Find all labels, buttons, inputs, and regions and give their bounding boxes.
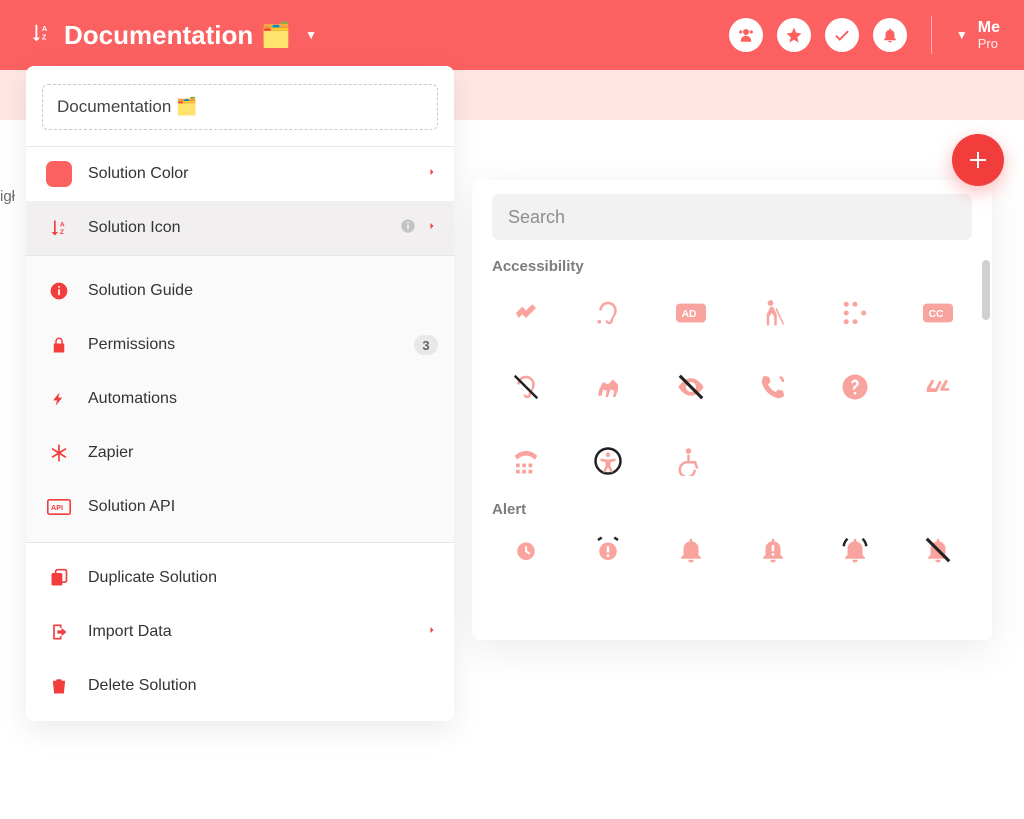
sort-az-icon: A Z: [30, 22, 52, 49]
hands-icon[interactable]: [904, 365, 972, 409]
blind-icon[interactable]: [739, 291, 807, 335]
page-emoji: 🗂️: [261, 21, 291, 50]
user-plan: Pro: [978, 37, 1000, 51]
topbar-divider: [931, 16, 932, 54]
bell-slash-icon[interactable]: [904, 528, 972, 572]
closed-captioning-icon[interactable]: CC: [904, 291, 972, 335]
page-title[interactable]: Documentation: [64, 20, 253, 51]
api-icon: API: [46, 498, 72, 516]
notifications-button[interactable]: [873, 18, 907, 52]
phone-tty-icon[interactable]: [739, 365, 807, 409]
user-name: Me: [978, 19, 1000, 37]
solution-color-label: Solution Color: [88, 165, 426, 183]
bell-ring-icon[interactable]: [821, 528, 889, 572]
color-swatch-icon: [46, 161, 72, 187]
bell-icon[interactable]: [657, 528, 725, 572]
svg-text:AD: AD: [681, 309, 696, 320]
sign-language-icon[interactable]: [492, 291, 560, 335]
copy-icon: [46, 568, 72, 588]
low-vision-icon[interactable]: [657, 365, 725, 409]
automations-label: Automations: [88, 390, 438, 408]
info-solid-icon: [46, 281, 72, 301]
import-data-label: Import Data: [88, 623, 426, 641]
tasks-button[interactable]: [825, 18, 859, 52]
delete-solution-label: Delete Solution: [88, 677, 438, 695]
svg-text:CC: CC: [928, 309, 943, 320]
duplicate-solution-label: Duplicate Solution: [88, 569, 438, 587]
solution-icon-label: Solution Icon: [88, 219, 400, 237]
assistive-listening-icon[interactable]: [574, 291, 642, 335]
permissions-count-badge: 3: [414, 335, 438, 355]
top-bar: A Z Documentation 🗂️ ▼ ▼ Me Pro: [0, 0, 1024, 70]
solution-name-input[interactable]: Documentation 🗂️: [42, 84, 438, 130]
chevron-right-icon: [426, 219, 438, 237]
icon-section-alert: Alert: [492, 501, 972, 518]
deaf-icon[interactable]: [492, 365, 560, 409]
icon-grid-accessibility: AD CC: [472, 281, 992, 493]
permissions-row[interactable]: Permissions 3: [26, 318, 454, 372]
zapier-row[interactable]: Zapier: [26, 426, 454, 480]
alarm-exclamation-icon[interactable]: [574, 528, 642, 572]
solution-api-label: Solution API: [88, 498, 438, 516]
title-caret-icon[interactable]: ▼: [305, 28, 317, 42]
guide-dog-icon[interactable]: [574, 365, 642, 409]
sort-az-small-icon: A Z: [46, 218, 72, 238]
audio-description-icon[interactable]: AD: [657, 291, 725, 335]
user-menu-caret-icon[interactable]: ▼: [956, 28, 968, 42]
svg-text:Z: Z: [42, 32, 47, 41]
universal-access-icon[interactable]: [574, 439, 642, 483]
import-icon: [46, 622, 72, 642]
bell-exclamation-icon[interactable]: [739, 528, 807, 572]
users-button[interactable]: [729, 18, 763, 52]
braille-icon[interactable]: [821, 291, 889, 335]
solution-guide-label: Solution Guide: [88, 282, 438, 300]
solution-api-row[interactable]: API Solution API: [26, 480, 454, 534]
question-circle-icon[interactable]: [821, 365, 889, 409]
chevron-right-icon: [426, 165, 438, 183]
solution-guide-row[interactable]: Solution Guide: [26, 264, 454, 318]
add-button[interactable]: [952, 134, 1004, 186]
duplicate-solution-row[interactable]: Duplicate Solution: [26, 551, 454, 605]
svg-text:A: A: [60, 221, 65, 228]
favorites-button[interactable]: [777, 18, 811, 52]
alarm-clock-icon[interactable]: [492, 528, 560, 572]
icon-search-input[interactable]: [492, 194, 972, 240]
chevron-right-icon: [426, 623, 438, 641]
solution-dropdown: Documentation 🗂️ Solution Color A Z Solu…: [26, 66, 454, 721]
truncated-edge-label: igł: [0, 188, 15, 205]
zapier-label: Zapier: [88, 444, 438, 462]
solution-color-row[interactable]: Solution Color: [26, 147, 454, 201]
trash-icon: [46, 676, 72, 696]
bolt-icon: [46, 389, 72, 409]
picker-scrollbar[interactable]: [982, 260, 990, 320]
icon-picker: Accessibility AD CC Alert: [472, 180, 992, 640]
import-data-row[interactable]: Import Data: [26, 605, 454, 659]
permissions-label: Permissions: [88, 336, 404, 354]
lock-icon: [46, 335, 72, 355]
wheelchair-icon[interactable]: [657, 439, 725, 483]
delete-solution-row[interactable]: Delete Solution: [26, 659, 454, 713]
solution-icon-row[interactable]: A Z Solution Icon: [26, 201, 454, 255]
user-menu[interactable]: Me Pro: [978, 19, 1000, 51]
icon-grid-alert: [472, 524, 992, 582]
svg-text:Z: Z: [60, 229, 64, 236]
dropdown-caret-icon: [216, 66, 240, 68]
automations-row[interactable]: Automations: [26, 372, 454, 426]
svg-text:API: API: [51, 503, 63, 512]
asterisk-icon: [46, 443, 72, 463]
icon-section-accessibility: Accessibility: [492, 258, 972, 275]
tty-icon[interactable]: [492, 439, 560, 483]
info-icon[interactable]: [400, 218, 416, 239]
